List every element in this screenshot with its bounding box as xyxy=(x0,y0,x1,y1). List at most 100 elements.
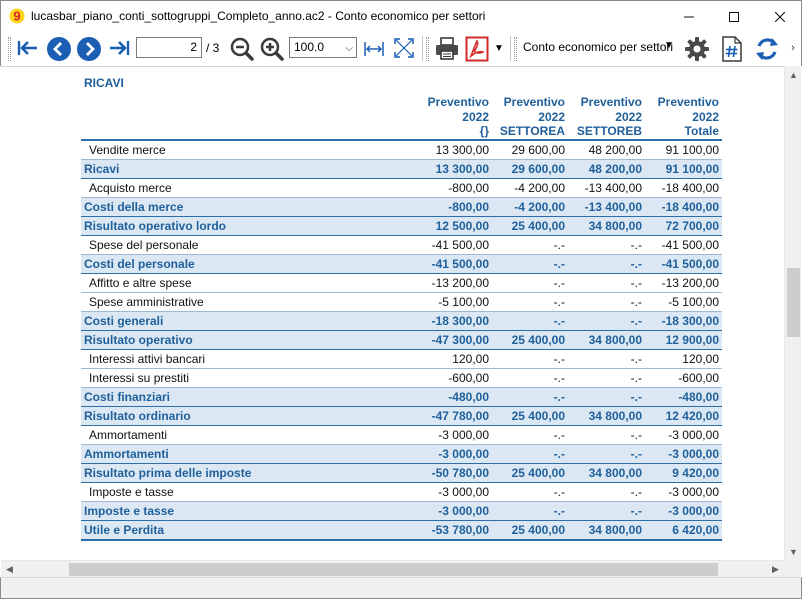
table-row: Vendite merce 13 300,00 29 600,00 48 200,00… xyxy=(81,139,722,160)
table-row: Acquisto merce -800,00 -4 200,00 -13 400,00… xyxy=(81,178,722,198)
zoom-out-button[interactable] xyxy=(229,36,255,62)
horizontal-scrollbar[interactable]: ◀ ▶ xyxy=(1,560,784,577)
row-value: -3 000,00 xyxy=(645,425,722,445)
column-header: Preventivo 2022 Totale xyxy=(645,94,722,141)
scroll-up-arrow-icon[interactable]: ▲ xyxy=(785,66,802,83)
total-row: Risultato prima delle imposte -50 780,00 2… xyxy=(81,463,722,483)
last-page-icon xyxy=(110,41,130,55)
row-value: 48 200,00 xyxy=(568,159,645,179)
row-value: -13 400,00 xyxy=(568,178,645,198)
row-value: -41 500,00 xyxy=(414,254,492,274)
row-value: 91 100,00 xyxy=(645,139,722,160)
caret-down-icon: ▼ xyxy=(494,42,504,54)
total-row: Costi del personale -41 500,00 -.- -.- -41 5… xyxy=(81,254,722,274)
page-number-button[interactable] xyxy=(720,35,744,63)
refresh-icon xyxy=(755,37,778,60)
row-value: -13 400,00 xyxy=(568,197,645,217)
row-value: 29 600,00 xyxy=(492,159,568,179)
maximize-button[interactable] xyxy=(711,1,757,32)
toolbar: 2 / 3 100.0 ⌵ ▼ Conto economico per sett… xyxy=(0,31,802,66)
row-value: -13 200,00 xyxy=(414,273,492,293)
row-value: -480,00 xyxy=(645,387,722,407)
total-row: Ricavi 13 300,00 29 600,00 48 200,00 91 100,… xyxy=(81,159,722,179)
row-label: Acquisto merce xyxy=(81,178,414,198)
row-value: 25 400,00 xyxy=(492,520,568,541)
row-value: -.- xyxy=(568,254,645,274)
table-header-row: Preventivo 2022{} Preventivo 2022 SETTOREA … xyxy=(81,94,722,141)
settings-button[interactable] xyxy=(683,35,711,63)
row-value: -.- xyxy=(492,292,568,312)
first-page-button[interactable] xyxy=(16,36,40,60)
row-value: -47 780,00 xyxy=(414,406,492,426)
horizontal-scroll-thumb[interactable] xyxy=(69,563,718,576)
row-value: 34 800,00 xyxy=(568,406,645,426)
toolbar-grip[interactable] xyxy=(8,37,11,61)
first-page-icon xyxy=(17,41,37,55)
row-value: -.- xyxy=(568,501,645,521)
toolbar-separator xyxy=(510,36,511,61)
row-value: 25 400,00 xyxy=(492,216,568,236)
vertical-scroll-thumb[interactable] xyxy=(787,268,800,337)
row-value: -.- xyxy=(568,311,645,331)
zoom-in-button[interactable] xyxy=(259,36,285,62)
fit-width-icon xyxy=(364,42,384,56)
close-icon xyxy=(775,11,785,22)
row-value: -.- xyxy=(568,387,645,407)
column-header xyxy=(81,94,414,141)
row-value: 91 100,00 xyxy=(645,159,722,179)
row-value: -3 000,00 xyxy=(645,482,722,502)
scroll-left-arrow-icon[interactable]: ◀ xyxy=(1,561,18,578)
previous-page-button[interactable] xyxy=(45,35,72,62)
status-bar xyxy=(0,577,802,599)
row-value: 34 800,00 xyxy=(568,520,645,541)
toolbar-overflow-button[interactable]: › xyxy=(787,40,799,56)
row-value: -4 200,00 xyxy=(492,197,568,217)
caret-down-icon[interactable]: ▼ xyxy=(664,40,674,51)
vertical-scrollbar[interactable]: ▲ ▼ xyxy=(784,66,801,560)
last-page-button[interactable] xyxy=(107,36,131,60)
zoom-out-icon xyxy=(230,37,254,61)
fit-page-button[interactable] xyxy=(392,36,416,60)
row-value: 34 800,00 xyxy=(568,463,645,483)
row-label: Costi generali xyxy=(81,311,414,331)
row-value: -.- xyxy=(492,235,568,255)
scroll-right-arrow-icon[interactable]: ▶ xyxy=(767,561,784,578)
row-label: Spese del personale xyxy=(81,235,414,255)
row-value: -.- xyxy=(492,501,568,521)
row-value: -800,00 xyxy=(414,197,492,217)
row-label: Ricavi xyxy=(81,159,414,179)
total-row: Risultato ordinario -47 780,00 25 400,00 34… xyxy=(81,406,722,426)
table-row: Interessi attivi bancari 120,00 -.- -.- 120,… xyxy=(81,349,722,369)
total-row: Imposte e tasse -3 000,00 -.- -.- -3 000,00 xyxy=(81,501,722,521)
print-button[interactable] xyxy=(433,35,461,62)
next-page-button[interactable] xyxy=(75,35,102,62)
page-number-input[interactable]: 2 xyxy=(136,37,202,58)
export-dropdown-button[interactable]: ▼ xyxy=(492,40,506,56)
row-value: -18 400,00 xyxy=(645,197,722,217)
total-row: Utile e Perdita -53 780,00 25 400,00 34 800… xyxy=(81,520,722,541)
fit-width-button[interactable] xyxy=(362,37,386,61)
refresh-button[interactable] xyxy=(752,34,781,63)
row-value: -3 000,00 xyxy=(645,444,722,464)
row-value: -18 400,00 xyxy=(645,178,722,198)
toolbar-grip[interactable] xyxy=(514,37,517,61)
row-label: Risultato operativo xyxy=(81,330,414,350)
scroll-corner xyxy=(784,560,801,577)
row-label: Ammortamenti xyxy=(81,444,414,464)
row-value: 48 200,00 xyxy=(568,139,645,160)
row-value: -.- xyxy=(568,482,645,502)
row-label: Costi del personale xyxy=(81,254,414,274)
row-value: -3 000,00 xyxy=(414,425,492,445)
export-pdf-button[interactable] xyxy=(464,35,490,62)
total-row: Costi finanziari -480,00 -.- -.- -480,00 xyxy=(81,387,722,407)
row-value: 13 300,00 xyxy=(414,159,492,179)
report-type-select[interactable]: Conto economico per settori xyxy=(523,40,673,54)
zoom-select[interactable]: 100.0 ⌵ xyxy=(289,37,357,58)
table-row: Spese amministrative -5 100,00 -.- -.- -5 10… xyxy=(81,292,722,312)
toolbar-grip[interactable] xyxy=(426,37,429,61)
close-button[interactable] xyxy=(757,1,802,32)
scroll-down-arrow-icon[interactable]: ▼ xyxy=(785,543,802,560)
table-row: Interessi su prestiti -600,00 -.- -.- -600,0… xyxy=(81,368,722,388)
minimize-button[interactable] xyxy=(666,1,712,32)
column-header: Preventivo 2022 SETTOREB xyxy=(568,94,645,141)
